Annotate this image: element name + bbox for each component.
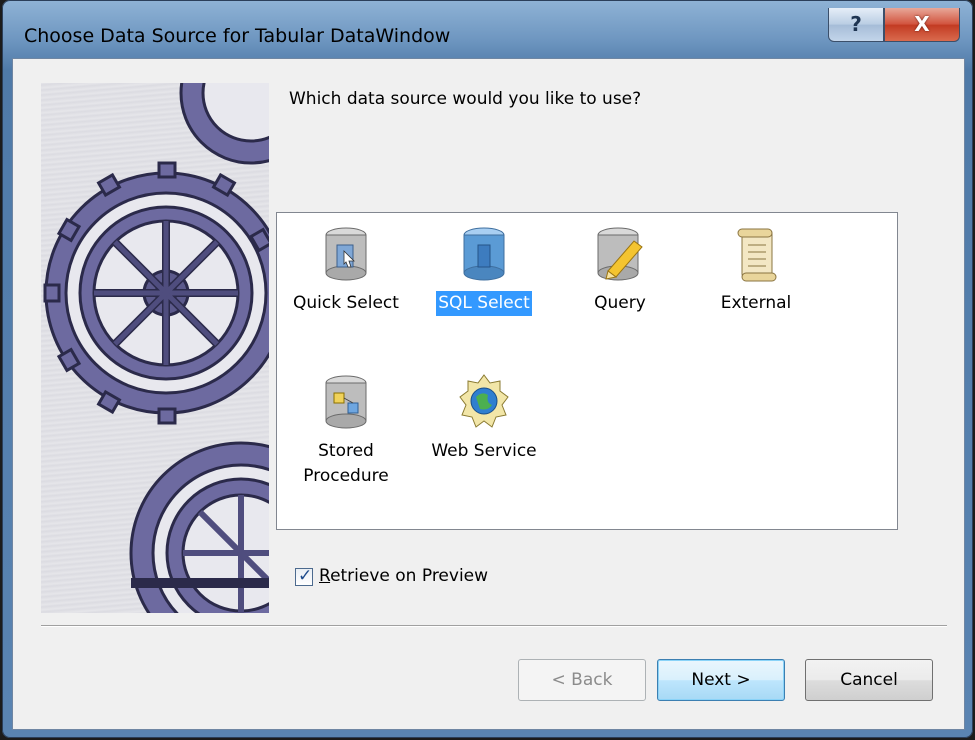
source-quick-select[interactable]: Quick Select (281, 225, 411, 316)
source-label: External (720, 293, 792, 313)
source-label: Quick Select (293, 293, 399, 313)
separator (41, 625, 947, 627)
source-external[interactable]: External (691, 225, 821, 316)
check-icon: ✓ (298, 566, 313, 586)
database-pencil-icon (597, 227, 643, 281)
checkbox-label-text: etrieve on Preview (330, 566, 489, 586)
next-button[interactable]: Next > (657, 659, 785, 701)
help-button[interactable]: ? (828, 8, 884, 42)
cancel-button[interactable]: Cancel (805, 659, 933, 701)
close-icon: X (914, 12, 930, 36)
checkbox-label: Retrieve on Preview (319, 566, 488, 586)
window-title: Choose Data Source for Tabular DataWindo… (24, 25, 451, 47)
database-document-icon (325, 227, 367, 281)
source-label: SQL Select (435, 290, 533, 317)
prompt-text: Which data source would you like to use? (289, 89, 642, 109)
mnemonic-letter: R (319, 566, 331, 586)
source-label: Stored Procedure (303, 441, 389, 486)
source-web-service[interactable]: Web Service (419, 373, 549, 464)
source-sql-select[interactable]: SQL Select (419, 225, 549, 317)
checkbox-box[interactable]: ✓ (295, 566, 313, 586)
dialog-body: Which data source would you like to use?… (12, 58, 965, 730)
title-bar[interactable]: Choose Data Source for Tabular DataWindo… (10, 8, 965, 58)
help-icon: ? (850, 12, 862, 36)
gears-illustration (41, 83, 269, 613)
close-button[interactable]: X (884, 8, 960, 42)
source-query[interactable]: Query (555, 225, 685, 316)
source-label: Query (594, 293, 646, 313)
database-procedure-icon (325, 375, 367, 429)
source-label: Web Service (431, 441, 537, 461)
globe-gear-icon (459, 374, 509, 428)
database-blue-icon (463, 227, 505, 281)
scroll-document-icon (737, 228, 777, 282)
back-button[interactable]: < Back (518, 659, 646, 701)
source-stored-procedure[interactable]: Stored Procedure (281, 373, 411, 489)
dialog-window: Choose Data Source for Tabular DataWindo… (2, 0, 973, 738)
data-source-list[interactable]: Quick Select SQL Select Query External S… (276, 212, 898, 530)
